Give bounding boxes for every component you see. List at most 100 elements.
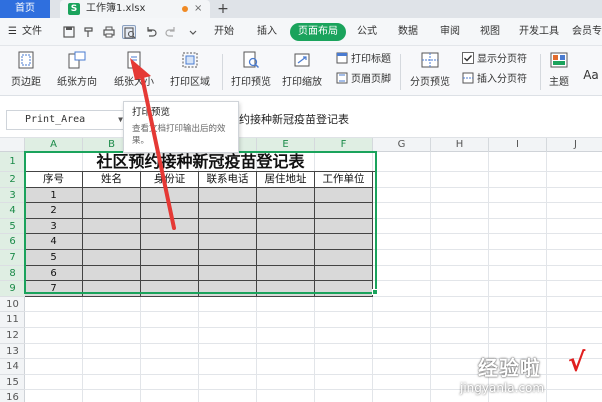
row-header-12[interactable]: 12 [0,328,25,344]
empty-data-cell[interactable] [199,218,257,235]
paper-size-button[interactable]: 纸张大小 [110,50,158,88]
serial-number-cell[interactable]: 6 [25,265,83,282]
empty-data-cell[interactable] [315,187,373,204]
row-header-1[interactable]: 1 [0,152,25,172]
empty-data-cell[interactable] [257,281,315,297]
serial-number-cell[interactable]: 4 [25,234,83,250]
empty-data-cell[interactable] [141,203,199,219]
table-header-cell[interactable]: 联系电话 [199,172,257,188]
table-header-cell[interactable]: 姓名 [83,172,141,188]
save-icon[interactable] [62,25,76,39]
empty-data-cell[interactable] [83,203,141,219]
tab-developer[interactable]: 开发工具 [519,18,559,46]
empty-data-cell[interactable] [141,265,199,282]
empty-data-cell[interactable] [141,234,199,250]
empty-data-cell[interactable] [141,281,199,297]
margins-button[interactable]: 页边距 [6,50,46,88]
row-header-10[interactable]: 10 [0,297,25,313]
tab-formulas[interactable]: 公式 [357,18,377,46]
print-preview-icon[interactable] [122,25,136,39]
tab-review[interactable]: 审阅 [440,18,460,46]
column-header-e[interactable]: E [257,138,315,152]
column-header-g[interactable]: G [373,138,431,152]
page-break-preview-button[interactable]: 分页预览 [406,50,454,88]
empty-data-cell[interactable] [83,250,141,266]
column-header-f[interactable]: F [315,138,373,152]
serial-number-cell[interactable]: 1 [25,187,83,204]
insert-page-break-button[interactable]: 插入分页符 [462,72,527,88]
empty-data-cell[interactable] [141,218,199,235]
table-header-cell[interactable]: 工作单位 [315,172,373,188]
row-header-6[interactable]: 6 [0,234,25,250]
row-header-7[interactable]: 7 [0,250,25,266]
empty-data-cell[interactable] [83,218,141,235]
row-header-2[interactable]: 2 [0,172,25,188]
redo-icon[interactable] [164,25,178,39]
print-scale-button[interactable]: 打印缩放 [278,50,326,88]
empty-data-cell[interactable] [315,218,373,235]
column-header-i[interactable]: I [489,138,547,152]
table-header-cell[interactable]: 序号 [25,172,83,188]
serial-number-cell[interactable]: 7 [25,281,83,297]
table-header-cell[interactable]: 居住地址 [257,172,315,188]
file-menu[interactable]: 文件 [22,18,42,46]
row-header-16[interactable]: 16 [0,390,25,402]
empty-data-cell[interactable] [83,265,141,282]
row-header-3[interactable]: 3 [0,187,25,204]
row-header-11[interactable]: 11 [0,312,25,328]
theme-fonts-button[interactable]: Aa [580,68,602,82]
print-preview-button[interactable]: 打印预览 [228,50,274,88]
hamburger-menu-icon[interactable]: ☰ [8,18,17,46]
row-header-4[interactable]: 4 [0,203,25,219]
print-titles-button[interactable]: 打印标题 [336,52,391,68]
row-header-14[interactable]: 14 [0,359,25,375]
tab-home[interactable]: 开始 [214,18,234,46]
empty-data-cell[interactable] [257,218,315,235]
empty-data-cell[interactable] [199,265,257,282]
tab-data[interactable]: 数据 [398,18,418,46]
column-header-h[interactable]: H [431,138,489,152]
table-title[interactable]: 社区预约接种新冠疫苗登记表 [25,152,376,172]
empty-data-cell[interactable] [315,203,373,219]
show-page-breaks-checkbox[interactable]: 显示分页符 [462,52,527,68]
formula-input[interactable]: 预约接种新冠疫苗登记表 [228,110,349,130]
print-area-button[interactable]: 打印区域 [166,50,214,88]
print-icon[interactable] [102,25,116,39]
empty-data-cell[interactable] [315,265,373,282]
row-header-8[interactable]: 8 [0,265,25,282]
close-tab-icon[interactable]: × [194,0,202,18]
empty-data-cell[interactable] [257,265,315,282]
column-header-j[interactable]: J [547,138,602,152]
column-header-a[interactable]: A [25,138,83,152]
theme-button[interactable]: 主题 [544,50,574,88]
undo-icon[interactable] [144,25,158,39]
quick-access-more-icon[interactable] [186,25,200,39]
row-header-9[interactable]: 9 [0,281,25,297]
empty-data-cell[interactable] [141,187,199,204]
new-tab-button[interactable]: + [215,0,231,18]
tab-insert[interactable]: 插入 [257,18,277,46]
serial-number-cell[interactable]: 2 [25,203,83,219]
empty-data-cell[interactable] [199,281,257,297]
serial-number-cell[interactable]: 3 [25,218,83,235]
empty-data-cell[interactable] [257,203,315,219]
empty-data-cell[interactable] [315,250,373,266]
name-box[interactable]: Print_Area ▼ [6,110,130,130]
row-header-5[interactable]: 5 [0,218,25,235]
tab-view[interactable]: 视图 [480,18,500,46]
empty-data-cell[interactable] [83,187,141,204]
tab-page-layout[interactable]: 页面布局 [290,23,346,41]
file-tab[interactable]: S 工作簿1.xlsx × [60,0,210,18]
orientation-button[interactable]: 纸张方向 [54,50,100,88]
serial-number-cell[interactable]: 5 [25,250,83,266]
empty-data-cell[interactable] [257,250,315,266]
empty-data-cell[interactable] [83,281,141,297]
select-all-corner[interactable] [0,138,25,152]
empty-data-cell[interactable] [199,187,257,204]
empty-data-cell[interactable] [141,250,199,266]
empty-data-cell[interactable] [315,234,373,250]
empty-data-cell[interactable] [315,281,373,297]
empty-data-cell[interactable] [257,234,315,250]
home-tab[interactable]: 首页 [0,0,50,18]
empty-data-cell[interactable] [83,234,141,250]
